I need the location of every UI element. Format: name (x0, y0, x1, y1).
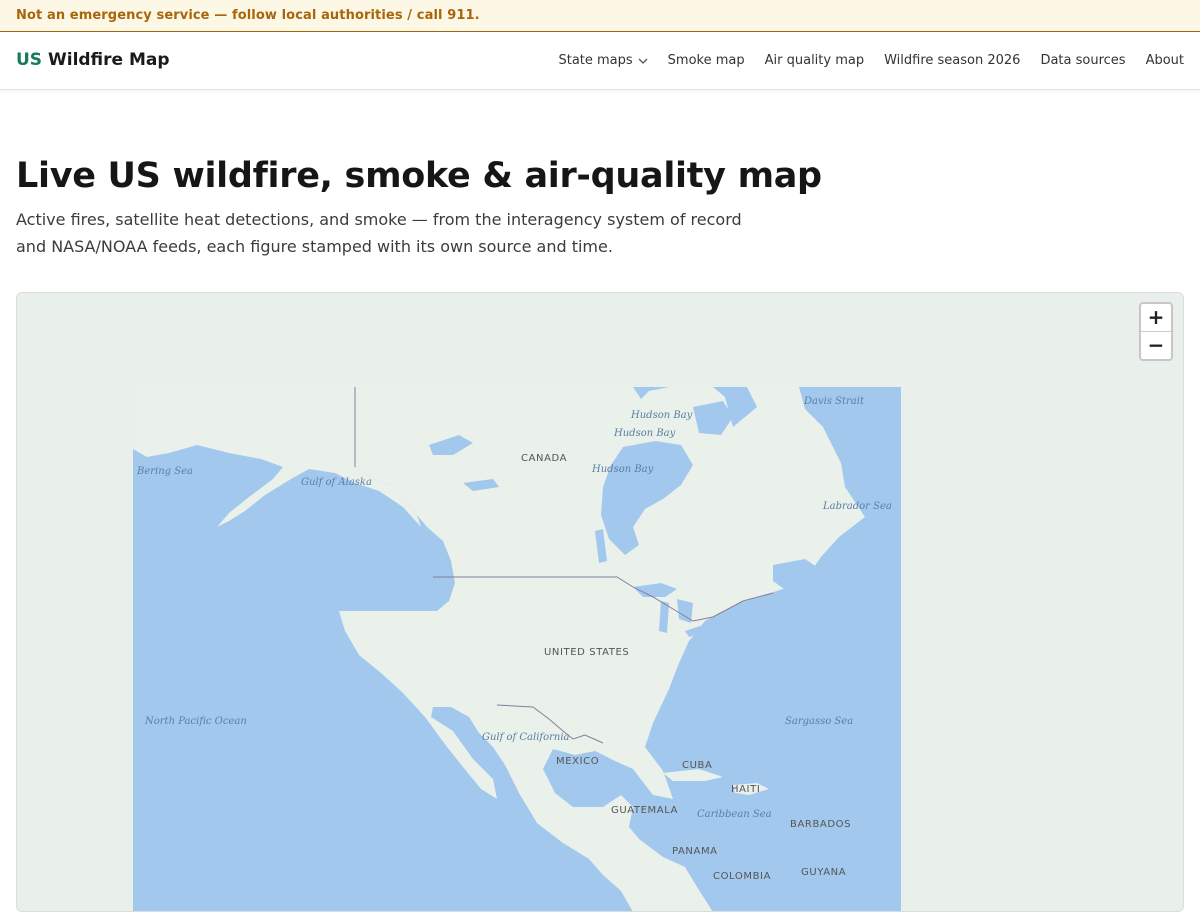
page-subtitle: Active fires, satellite heat detections,… (16, 210, 742, 256)
nav-data-sources[interactable]: Data sources (1040, 53, 1125, 68)
site-logo[interactable]: US Wildfire Map (16, 50, 170, 70)
chevron-down-icon (638, 58, 648, 64)
label-guatemala: GUATEMALA (611, 805, 678, 816)
label-haiti: HAITI (731, 784, 760, 795)
label-hudson-bay-2: Hudson Bay (613, 428, 676, 439)
top-navigation: US Wildfire Map State maps Smoke map Air… (0, 33, 1200, 90)
label-caribbean-sea: Caribbean Sea (697, 809, 772, 820)
label-gulf-of-california: Gulf of California (482, 732, 570, 743)
nav-wildfire-season[interactable]: Wildfire season 2026 (884, 53, 1020, 68)
label-canada: CANADA (521, 453, 567, 464)
logo-accent: US (16, 50, 43, 70)
label-united-states: UNITED STATES (544, 647, 629, 658)
nav-smoke-map[interactable]: Smoke map (668, 53, 745, 68)
label-guyana: GUYANA (801, 867, 846, 878)
label-gulf-of-alaska: Gulf of Alaska (301, 477, 372, 488)
nav-links: State maps Smoke map Air quality map Wil… (538, 53, 1184, 68)
emergency-banner: Not an emergency service — follow local … (0, 0, 1200, 32)
label-cuba: CUBA (682, 760, 712, 771)
label-barbados: BARBADOS (790, 819, 851, 830)
label-davis-strait: Davis Strait (803, 396, 865, 407)
nav-about[interactable]: About (1146, 53, 1184, 68)
nav-state-maps[interactable]: State maps (558, 53, 648, 68)
label-colombia: COLOMBIA (713, 871, 771, 882)
label-north-pacific-ocean: North Pacific Ocean (144, 716, 247, 727)
logo-text: Wildfire Map (47, 50, 170, 70)
label-sargasso-sea: Sargasso Sea (785, 716, 853, 727)
label-panama: PANAMA (672, 846, 718, 857)
zoom-out-button[interactable]: − (1141, 331, 1171, 359)
page-title: Live US wildfire, smoke & air-quality ma… (16, 156, 822, 196)
nav-air-quality-map[interactable]: Air quality map (765, 53, 864, 68)
zoom-in-button[interactable]: + (1141, 304, 1171, 331)
map-canvas[interactable]: CANADA UNITED STATES MEXICO CUBA HAITI G… (133, 387, 901, 912)
label-hudson-bay-1: Hudson Bay (630, 410, 693, 421)
label-labrador-sea: Labrador Sea (822, 501, 892, 512)
label-hudson-bay-3: Hudson Bay (591, 464, 654, 475)
label-mexico: MEXICO (556, 756, 599, 767)
emergency-banner-text: Not an emergency service — follow local … (16, 8, 480, 23)
label-bering-sea: Bering Sea (136, 466, 193, 477)
nav-state-maps-label: State maps (558, 53, 633, 68)
zoom-control: + − (1139, 302, 1173, 361)
map-panel[interactable]: CANADA UNITED STATES MEXICO CUBA HAITI G… (16, 292, 1184, 912)
